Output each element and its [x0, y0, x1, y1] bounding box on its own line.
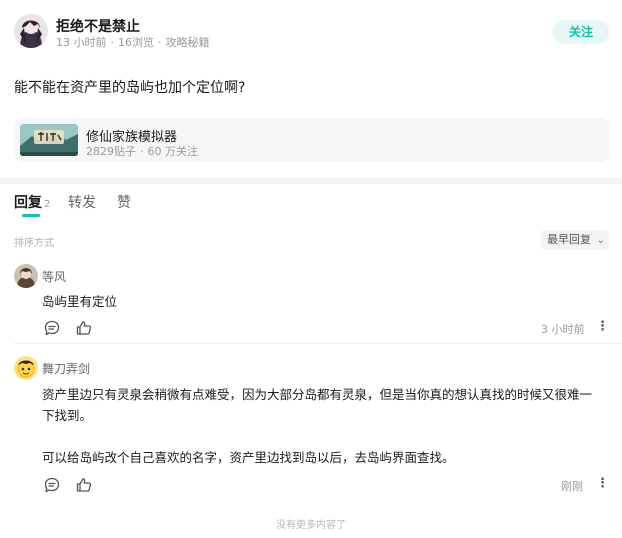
tab-likes[interactable]: 赞	[117, 192, 131, 212]
comment-text: 岛屿里有定位	[42, 291, 604, 312]
active-tab-indicator	[22, 214, 40, 217]
author-name[interactable]: 拒绝不是禁止	[56, 16, 140, 36]
game-card[interactable]: 修仙家族模拟器 2829贴子 · 60 万关注	[14, 118, 609, 162]
comment-time: 3 小时前	[541, 323, 585, 336]
section-divider	[0, 178, 622, 184]
comment-divider	[14, 343, 622, 344]
author-avatar[interactable]	[14, 14, 48, 48]
sort-value: 最早回复	[547, 233, 591, 246]
post-category[interactable]: 攻略秘籍	[166, 36, 210, 49]
comment-text: 资产里边只有灵泉会稍微有点难受，因为大部分岛都有灵泉，但是当你真的想认真找的时候…	[42, 384, 604, 468]
comment-line: 资产里边只有灵泉会稍微有点难受，因为大部分岛都有灵泉，但是当你真的想认真找的时候…	[42, 387, 593, 423]
tab-replies-count: 2	[44, 199, 51, 210]
thumbs-up-icon[interactable]	[75, 476, 93, 494]
post-meta: 13 小时前 · 16浏览 · 攻略秘籍	[56, 34, 210, 50]
thumbs-up-icon[interactable]	[75, 319, 93, 337]
reply-tabs: 回复 2 转发 赞	[0, 186, 622, 218]
commenter-name[interactable]: 等风	[42, 268, 66, 285]
post-content: 能不能在资产里的岛屿也加个定位啊?	[14, 80, 246, 96]
game-stats: 2829贴子 · 60 万关注	[86, 143, 198, 159]
follow-button[interactable]: 关注	[553, 20, 609, 44]
stats-separator: ·	[140, 145, 144, 158]
comment-time: 刚刚	[561, 480, 583, 493]
tab-reposts[interactable]: 转发	[68, 192, 96, 212]
more-vertical-icon[interactable]: ⋮	[596, 476, 609, 491]
game-follow-count: 60 万关注	[147, 145, 199, 158]
commenter-avatar[interactable]	[14, 356, 38, 380]
game-thumbnail	[20, 124, 78, 156]
meta-separator: ·	[158, 36, 162, 49]
sort-dropdown[interactable]: 最早回复 ⌄	[541, 230, 609, 250]
chevron-down-icon: ⌄	[596, 235, 605, 246]
meta-separator: ·	[110, 36, 115, 49]
view-count: 16浏览	[118, 36, 154, 49]
commenter-avatar[interactable]	[14, 264, 38, 288]
post-time: 13 小时前	[56, 36, 107, 49]
tab-replies[interactable]: 回复 2	[14, 192, 50, 212]
sort-label: 排序方式	[14, 238, 54, 249]
game-post-count: 2829贴子	[86, 145, 136, 158]
more-vertical-icon[interactable]: ⋮	[596, 319, 609, 334]
tab-replies-label: 回复	[14, 195, 42, 211]
commenter-name[interactable]: 舞刀弄剑	[42, 360, 90, 377]
comment-line: 可以给岛屿改个自己喜欢的名字，资产里边找到岛以后，去岛屿界面查找。	[42, 450, 455, 465]
comment-line: 岛屿里有定位	[42, 294, 118, 309]
comment-icon[interactable]	[43, 319, 61, 337]
no-more-content: 没有更多内容了	[276, 520, 346, 531]
post-header: 拒绝不是禁止 13 小时前 · 16浏览 · 攻略秘籍 关注	[0, 0, 622, 60]
comment-icon[interactable]	[43, 476, 61, 494]
